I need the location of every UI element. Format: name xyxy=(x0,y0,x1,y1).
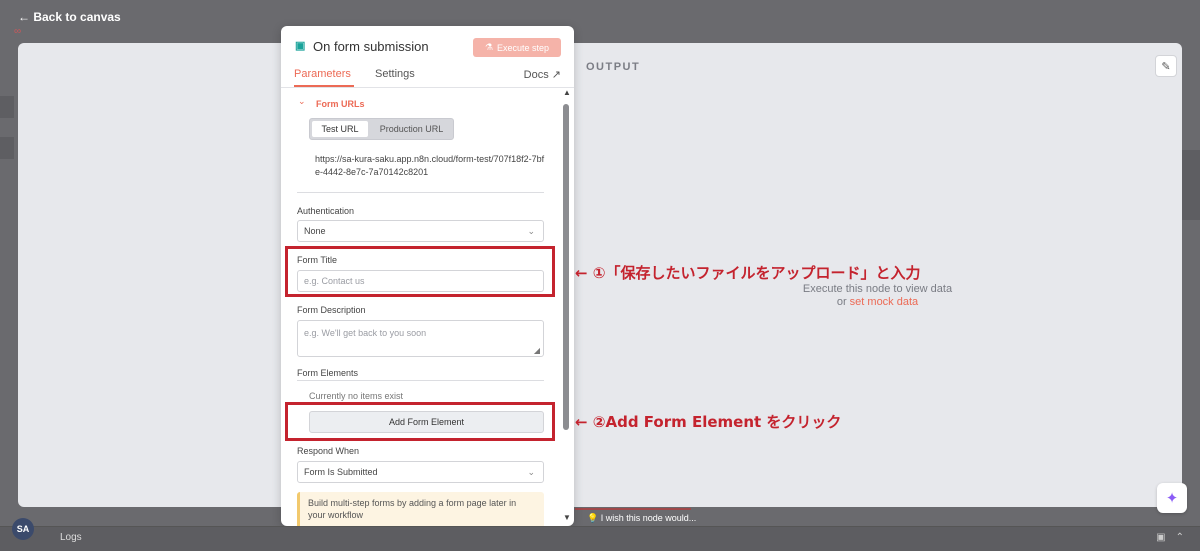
tab-parameters[interactable]: Parameters xyxy=(294,68,351,80)
annotation-step1: ← ①「保存したいファイルをアップロード」と入力 xyxy=(575,264,921,282)
form-description-label: Form Description xyxy=(297,305,366,315)
no-items-text: Currently no items exist xyxy=(309,391,404,401)
output-empty-line: Execute this node to view data xyxy=(802,283,953,295)
logo-icon: ∞ xyxy=(14,26,22,37)
set-mock-data-link[interactable]: set mock data xyxy=(850,296,918,308)
docs-link[interactable]: Docs ↗ xyxy=(524,68,561,81)
form-description-placeholder: e.g. We'll get back to you soon xyxy=(304,328,427,338)
tab-settings[interactable]: Settings xyxy=(375,68,415,80)
wish-feedback-link[interactable]: 💡 I wish this node would... xyxy=(587,513,696,524)
node-title: On form submission xyxy=(313,39,429,54)
highlight-add-form-element xyxy=(285,402,555,441)
divider xyxy=(297,192,544,193)
scroll-up-icon[interactable]: ▲ xyxy=(563,88,571,97)
back-to-canvas-link[interactable]: ← Back to canvas xyxy=(18,10,121,24)
tab-test-url[interactable]: Test URL xyxy=(312,121,368,137)
canvas-sidebar-fragment xyxy=(0,137,14,159)
execute-step-button[interactable]: ⚗ Execute step xyxy=(473,38,561,57)
scrollbar-thumb[interactable] xyxy=(563,104,569,430)
respond-when-select[interactable]: Form Is Submitted ⌄ xyxy=(297,461,544,483)
logs-bar xyxy=(0,526,1200,551)
form-test-url[interactable]: https://sa-kura-saku.app.n8n.cloud/form-… xyxy=(315,153,545,179)
execute-step-label: Execute step xyxy=(497,42,550,53)
resize-handle-icon[interactable]: ◢ xyxy=(534,346,540,355)
canvas-edge-fragment xyxy=(1182,150,1200,220)
form-urls-section-title[interactable]: Form URLs xyxy=(316,99,365,109)
output-empty-prefix: or xyxy=(836,296,850,308)
active-tab-indicator xyxy=(294,85,354,87)
output-title: OUTPUT xyxy=(586,61,641,73)
popout-icon[interactable]: ▣ xyxy=(1156,532,1165,543)
authentication-select[interactable]: None ⌄ xyxy=(297,220,544,242)
multi-step-hint: Build multi-step forms by adding a form … xyxy=(297,492,544,526)
respond-when-label: Respond When xyxy=(297,446,360,456)
logs-actions: ▣ ⌃ xyxy=(1156,532,1184,543)
output-empty-message: Execute this node to view data or set mo… xyxy=(790,283,965,309)
annotation-step2: ← ②Add Form Element をクリック xyxy=(575,413,842,431)
scroll-down-icon[interactable]: ▼ xyxy=(563,513,571,522)
chevron-down-icon: ⌄ xyxy=(527,226,535,236)
respond-when-value: Form Is Submitted xyxy=(304,467,378,477)
pencil-icon: ✎ xyxy=(1161,60,1171,73)
ai-assistant-button[interactable]: ✦ xyxy=(1157,483,1187,513)
chevron-down-icon[interactable]: ⌄ xyxy=(298,96,306,107)
chevron-up-icon[interactable]: ⌃ xyxy=(1176,532,1184,543)
status-bar-fragment xyxy=(575,508,691,510)
edit-output-button[interactable]: ✎ xyxy=(1155,55,1177,77)
form-description-input[interactable]: e.g. We'll get back to you soon ◢ xyxy=(297,320,544,357)
sparkle-icon: ✦ xyxy=(1165,490,1179,507)
authentication-value: None xyxy=(304,226,326,236)
avatar[interactable]: SA xyxy=(12,518,34,540)
form-elements-label: Form Elements xyxy=(297,368,359,378)
flask-icon: ⚗ xyxy=(484,42,494,52)
panel-scrollbar[interactable]: ▲ ▼ xyxy=(561,88,571,526)
panel-header: ▣ On form submission ⚗ Execute step Param… xyxy=(281,26,574,88)
chevron-down-icon: ⌄ xyxy=(527,467,535,477)
output-empty-line2: or set mock data xyxy=(790,296,965,309)
url-type-switch: Test URL Production URL xyxy=(309,118,454,140)
tab-production-url[interactable]: Production URL xyxy=(370,119,453,139)
highlight-form-title xyxy=(285,246,555,297)
authentication-label: Authentication xyxy=(297,206,355,216)
divider xyxy=(297,380,544,381)
logs-toggle[interactable]: Logs xyxy=(60,532,82,543)
form-trigger-icon: ▣ xyxy=(295,40,306,52)
canvas-sidebar-fragment xyxy=(0,96,14,118)
